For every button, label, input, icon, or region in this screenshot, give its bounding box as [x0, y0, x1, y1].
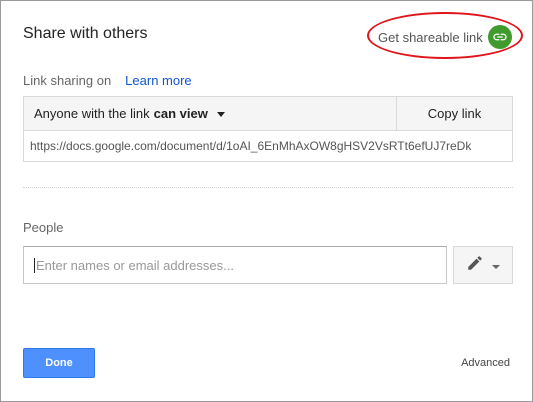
access-prefix: Anyone with the link — [34, 106, 150, 121]
done-button[interactable]: Done — [23, 348, 95, 378]
chevron-down-icon — [216, 111, 225, 117]
people-input-placeholder: Enter names or email addresses... — [36, 257, 234, 273]
get-shareable-link-button[interactable]: Get shareable link — [378, 25, 512, 49]
dialog-title: Share with others — [23, 25, 148, 42]
link-access-box: Anyone with the link can view Copy link — [23, 96, 513, 131]
access-level: can view — [153, 106, 208, 121]
section-divider — [23, 187, 513, 188]
permission-dropdown-button[interactable] — [453, 246, 513, 284]
share-url-field[interactable]: https://docs.google.com/document/d/1oAI_… — [23, 131, 513, 162]
link-access-dropdown[interactable]: Anyone with the link can view — [24, 97, 396, 130]
learn-more-link[interactable]: Learn more — [125, 73, 191, 88]
people-label: People — [23, 220, 64, 235]
chevron-down-icon — [492, 264, 500, 269]
copy-link-button[interactable]: Copy link — [396, 97, 512, 130]
get-shareable-link-label: Get shareable link — [378, 29, 483, 45]
people-input[interactable]: Enter names or email addresses... — [23, 246, 447, 284]
pencil-icon — [466, 254, 484, 277]
text-cursor — [34, 257, 35, 273]
link-sharing-status: Link sharing on Learn more — [23, 73, 192, 88]
link-icon[interactable] — [487, 25, 512, 49]
share-dialog: Share with others Get shareable link Lin… — [0, 0, 533, 402]
advanced-link[interactable]: Advanced — [461, 357, 510, 369]
link-sharing-label: Link sharing on — [23, 73, 112, 88]
